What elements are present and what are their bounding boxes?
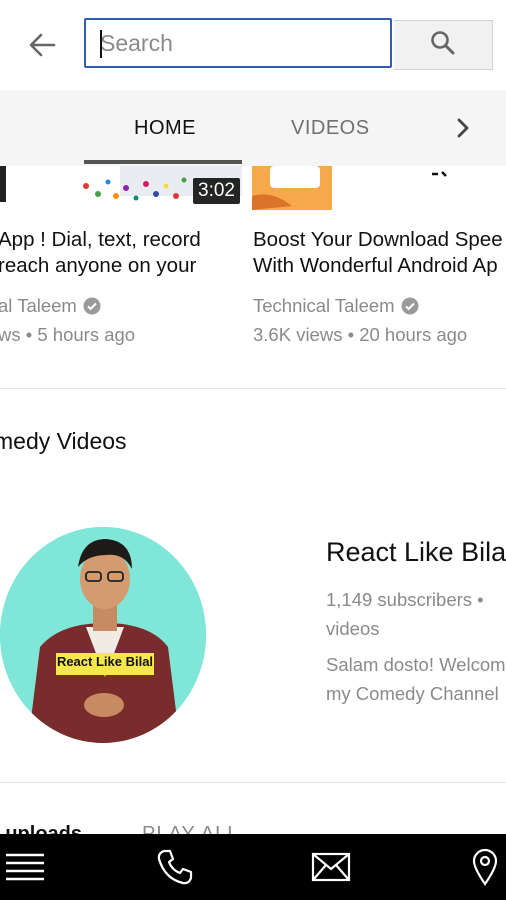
bottom-nav-bar: [0, 834, 506, 900]
video-title-line2[interactable]: With Wonderful Android Ap: [253, 253, 506, 279]
verified-icon: [401, 297, 419, 320]
video-count: videos: [326, 618, 380, 639]
search-button[interactable]: [394, 20, 493, 70]
channel-title[interactable]: React Like Bilal: [326, 537, 506, 568]
location-icon[interactable]: [464, 834, 506, 900]
divider: [0, 782, 506, 783]
verified-icon: [83, 297, 101, 320]
avatar-caption: React Like Bilal: [56, 654, 154, 669]
video-stats: 3.6K views • 20 hours ago: [253, 324, 468, 345]
text-caret: [100, 30, 102, 58]
mail-icon[interactable]: [306, 834, 356, 900]
channel-name[interactable]: Technical Taleem: [253, 295, 395, 316]
video-thumbnail[interactable]: [252, 166, 506, 210]
search-input[interactable]: [86, 20, 390, 66]
channel-avatar[interactable]: React Like Bilal: [0, 527, 206, 743]
selected-tab-indicator: [84, 160, 242, 164]
video-title[interactable]: App ! Dial, text, record: [0, 227, 201, 253]
menu-icon[interactable]: [4, 834, 46, 900]
video-duration: 3:02: [193, 178, 240, 204]
channel-tabs: HOME VIDEOS: [0, 90, 506, 166]
subscriber-count: 1,149 subscribers •: [326, 589, 484, 610]
video-thumbnail[interactable]: 3:02: [0, 166, 242, 210]
video-title-line2[interactable]: reach anyone on your: [0, 253, 196, 279]
divider: [0, 388, 506, 389]
back-arrow-icon[interactable]: [24, 28, 60, 62]
channel-description-line2: my Comedy Channel: [326, 683, 499, 704]
search-field[interactable]: [84, 18, 392, 68]
channel-description: Salam dosto! Welcom: [326, 654, 506, 675]
phone-icon[interactable]: [152, 834, 198, 900]
section-title[interactable]: medy Videos: [0, 428, 127, 455]
chevron-right-icon[interactable]: [448, 90, 478, 166]
video-channel[interactable]: Technical Taleem: [253, 295, 419, 320]
video-stats: ws • 5 hours ago: [0, 324, 136, 345]
tab-home[interactable]: HOME: [134, 90, 196, 166]
video-title[interactable]: Boost Your Download Spee: [253, 227, 506, 253]
tab-videos[interactable]: VIDEOS: [291, 90, 370, 166]
video-channel[interactable]: al Taleem: [0, 295, 101, 320]
channel-name[interactable]: al Taleem: [0, 295, 77, 316]
search-icon: [430, 30, 456, 61]
